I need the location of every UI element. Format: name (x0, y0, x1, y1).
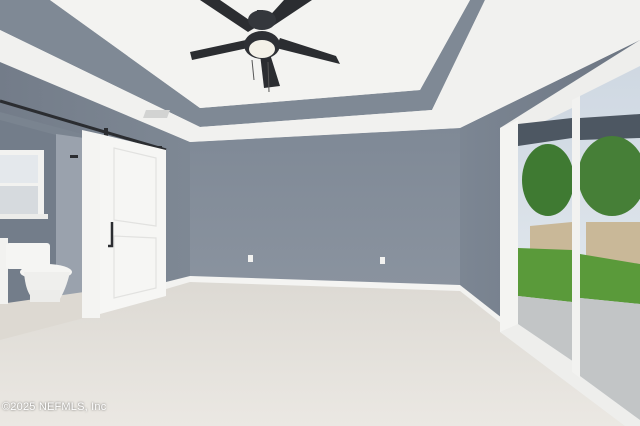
bathroom (0, 112, 84, 340)
door-frame (82, 130, 100, 318)
wall-outlet (248, 255, 253, 262)
fan-light (249, 40, 275, 58)
photo-watermark: ©2025 NEFMLS, Inc (2, 401, 107, 413)
room-photo: ©2025 NEFMLS, Inc (0, 0, 640, 426)
air-vent (143, 110, 170, 118)
back-wall (190, 128, 460, 287)
wall-outlet (380, 257, 385, 264)
